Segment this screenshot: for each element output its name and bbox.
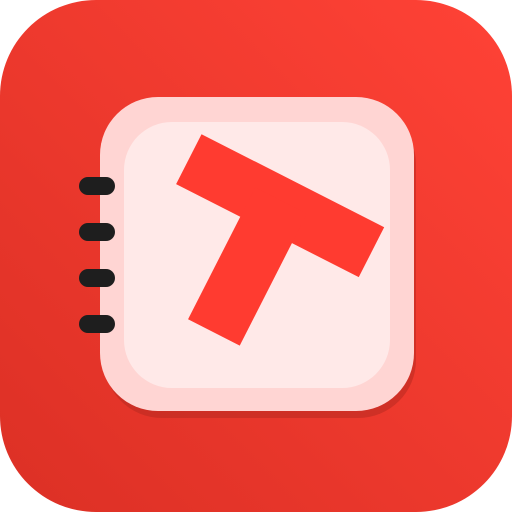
binding-ring: [79, 177, 115, 195]
binding-ring: [79, 223, 115, 241]
app-icon[interactable]: [0, 0, 512, 512]
binding-ring: [79, 269, 115, 287]
binding-ring: [79, 315, 115, 333]
